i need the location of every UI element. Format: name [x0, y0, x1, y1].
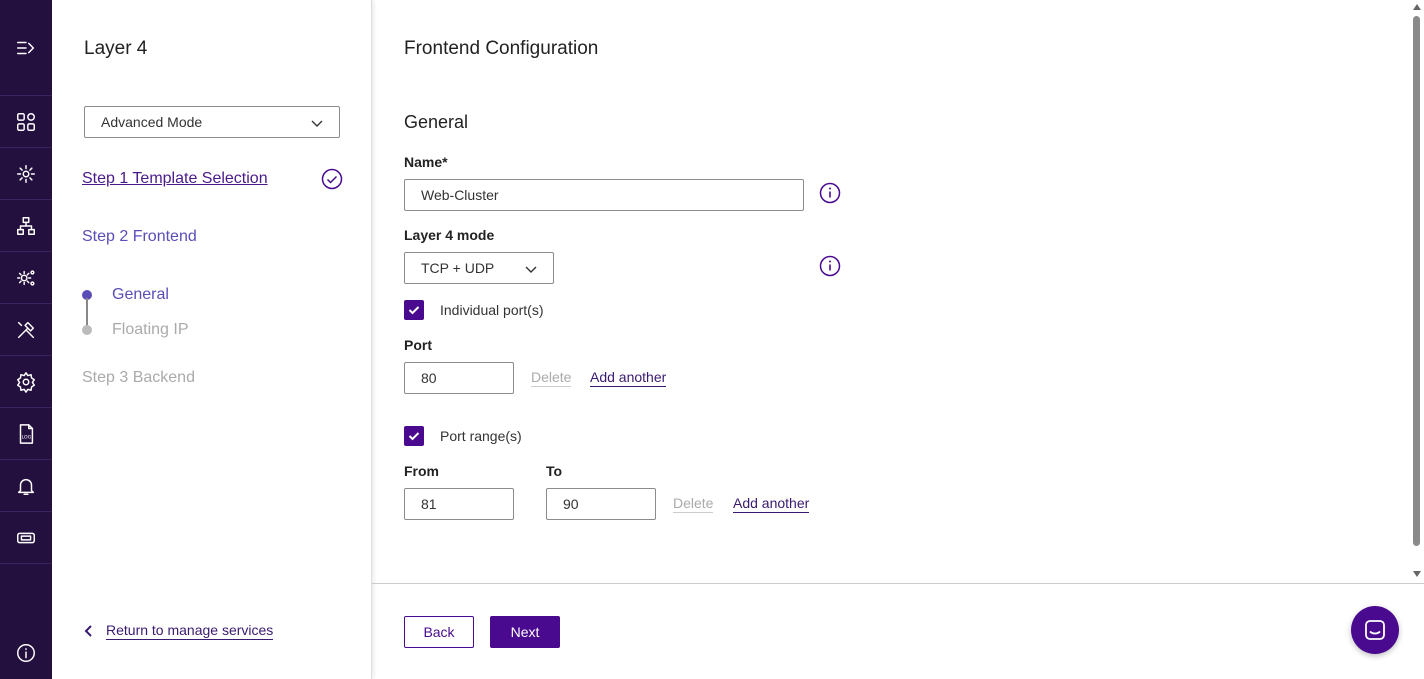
port-range-label: Port range(s) — [440, 428, 522, 444]
cluster-settings-icon — [17, 269, 35, 286]
to-field[interactable]: 90 — [546, 488, 656, 520]
mode-select[interactable]: Advanced Mode — [84, 106, 340, 138]
from-label: From — [404, 463, 439, 479]
mode-label: Layer 4 mode — [404, 227, 495, 243]
page-title: Frontend Configuration — [404, 38, 599, 59]
services-button[interactable] — [0, 148, 52, 200]
chevron-left-icon — [84, 625, 92, 637]
to-field-value: 90 — [563, 496, 579, 512]
name-field-value: Web-Cluster — [421, 187, 499, 203]
individual-ports-checkbox[interactable] — [404, 300, 424, 320]
tools-button[interactable] — [0, 304, 52, 356]
notifications-button[interactable] — [0, 460, 52, 512]
tools-icon — [17, 321, 35, 338]
chat-button[interactable] — [1351, 606, 1399, 654]
settings-button[interactable] — [0, 356, 52, 408]
range-add-another-link[interactable]: Add another — [733, 495, 810, 513]
ticket-button[interactable] — [0, 512, 52, 564]
scrollbar-thumb[interactable] — [1413, 16, 1420, 546]
return-link[interactable]: Return to manage services — [82, 622, 274, 640]
section-title: General — [404, 112, 469, 132]
layer4-mode-value: TCP + UDP — [421, 260, 495, 276]
network-icon — [17, 216, 35, 235]
step-panel: Layer 4 Advanced Mode Step 1 Template Se… — [52, 0, 372, 679]
info-button[interactable] — [0, 627, 52, 679]
to-label: To — [546, 463, 563, 479]
name-field[interactable]: Web-Cluster — [404, 179, 804, 211]
info-icon — [17, 644, 35, 662]
substep-inactive-dot — [82, 325, 92, 335]
substep-connector — [86, 298, 88, 326]
log-icon: LOG — [19, 423, 34, 444]
svg-text:LOG: LOG — [22, 434, 32, 440]
step-complete-check-icon — [321, 168, 343, 190]
panel-title: Layer 4 — [84, 38, 148, 59]
return-link-label: Return to manage services — [106, 622, 274, 640]
chevron-down-icon — [525, 266, 537, 273]
port-range-checkbox[interactable] — [404, 426, 424, 446]
scroll-down-arrow[interactable] — [1413, 571, 1421, 577]
network-button[interactable] — [0, 200, 52, 252]
cluster-settings-button[interactable] — [0, 252, 52, 304]
log-button[interactable]: LOG — [0, 408, 52, 460]
expand-menu-icon — [17, 41, 35, 55]
port-delete-link[interactable]: Delete — [531, 369, 572, 387]
footer-divider — [372, 583, 1424, 584]
mode-select-value: Advanced Mode — [101, 114, 203, 130]
checkmark-icon — [408, 306, 420, 315]
mode-info-icon[interactable] — [819, 255, 841, 277]
from-field[interactable]: 81 — [404, 488, 514, 520]
checkmark-icon — [408, 432, 420, 441]
scroll-up-arrow[interactable] — [1413, 4, 1421, 10]
from-field-value: 81 — [421, 496, 437, 512]
name-label: Name* — [404, 154, 448, 170]
back-button[interactable]: Back — [404, 616, 474, 648]
layer4-mode-select[interactable]: TCP + UDP — [404, 252, 554, 284]
step-2-link[interactable]: Step 2 Frontend — [82, 228, 197, 246]
port-add-another-link[interactable]: Add another — [590, 369, 667, 387]
substep-floating-ip[interactable]: Floating IP — [112, 321, 188, 339]
services-icon — [17, 164, 35, 183]
step-3-link[interactable]: Step 3 Backend — [82, 369, 195, 387]
notifications-icon — [17, 478, 35, 495]
port-label: Port — [404, 337, 432, 353]
dashboard-icon — [17, 112, 35, 131]
port-field-value: 80 — [421, 370, 437, 386]
substep-general[interactable]: General — [112, 286, 169, 304]
port-field[interactable]: 80 — [404, 362, 514, 394]
step-1-link[interactable]: Step 1 Template Selection — [82, 170, 268, 188]
range-delete-link[interactable]: Delete — [673, 495, 714, 513]
chevron-down-icon — [311, 120, 323, 127]
chat-icon — [1365, 620, 1385, 640]
next-button[interactable]: Next — [490, 616, 560, 648]
individual-ports-label: Individual port(s) — [440, 302, 544, 318]
name-info-icon[interactable] — [819, 182, 841, 204]
main-content: Frontend Configuration General Name* Web… — [372, 0, 1424, 679]
icon-rail: LOG — [0, 0, 52, 679]
ticket-icon — [17, 532, 35, 543]
settings-icon — [17, 371, 35, 393]
dashboard-button[interactable] — [0, 96, 52, 148]
expand-menu-button[interactable] — [0, 22, 52, 74]
